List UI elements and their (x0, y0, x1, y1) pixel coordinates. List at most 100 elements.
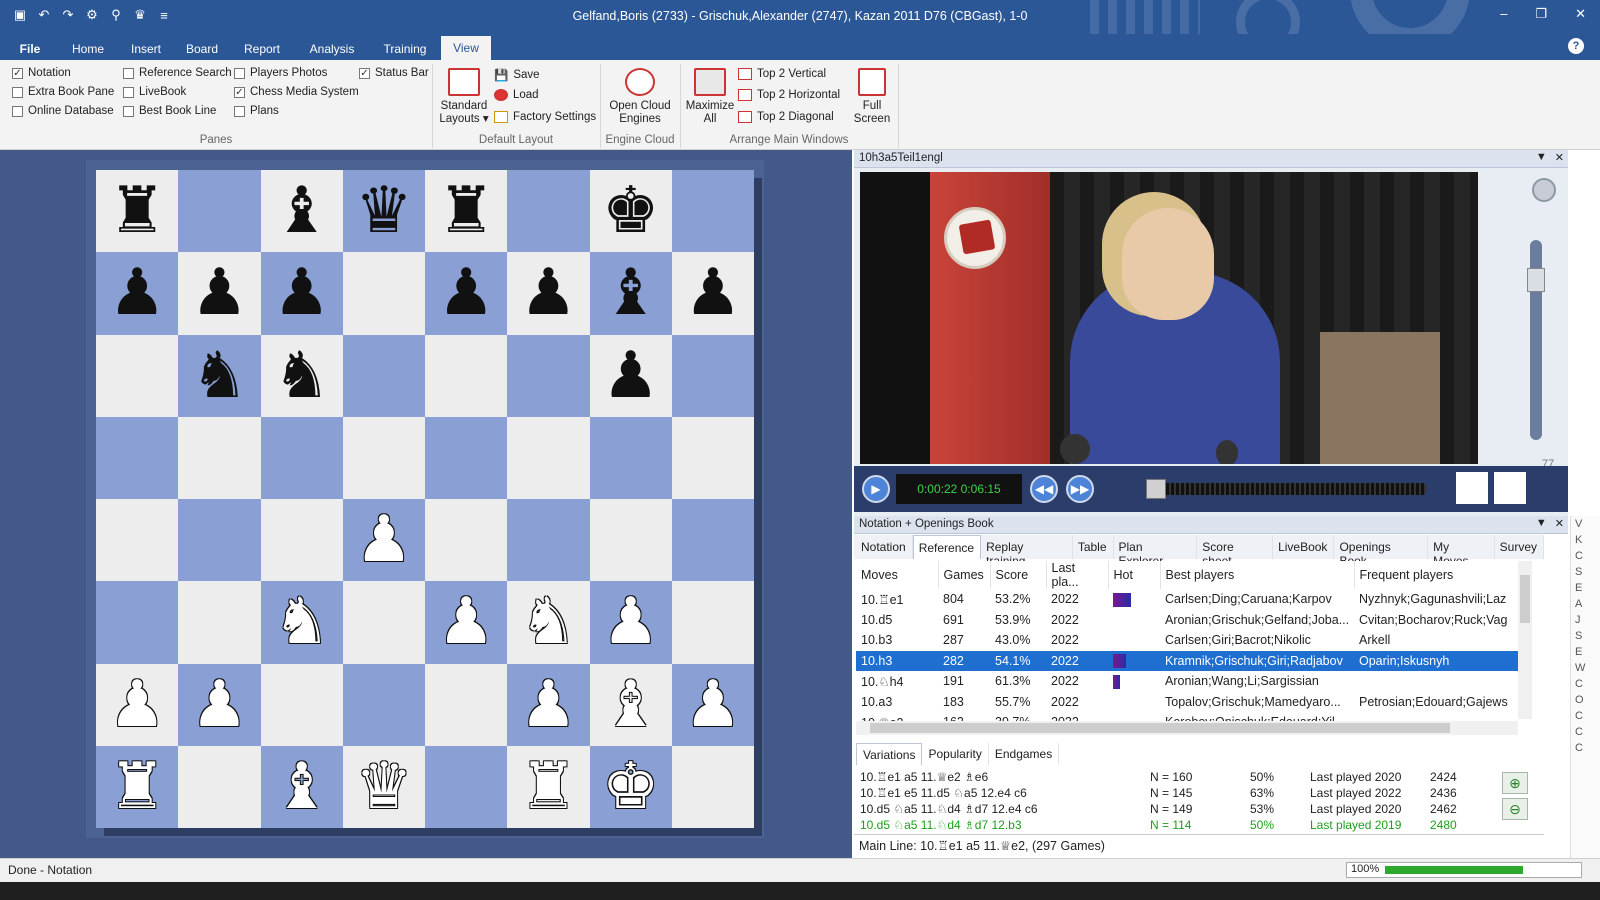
board-square[interactable] (671, 416, 754, 499)
black-pawn-icon[interactable]: ♟ (437, 261, 494, 325)
board-square[interactable] (342, 663, 425, 746)
white-pawn-icon[interactable]: ♟ (437, 590, 494, 654)
board-square[interactable] (425, 334, 508, 417)
board-square[interactable]: ♚ (589, 745, 672, 828)
board-square[interactable] (342, 334, 425, 417)
board-square[interactable] (507, 499, 590, 582)
white-pawn-icon[interactable]: ♟ (684, 673, 741, 737)
board-square[interactable]: ♛ (342, 170, 425, 253)
white-pawn-icon[interactable]: ♟ (520, 673, 577, 737)
black-knight-icon[interactable]: ♞ (273, 344, 330, 408)
livebook-checkbox[interactable]: LiveBook (123, 86, 186, 98)
scroll-thumb[interactable] (1520, 575, 1530, 623)
white-bishop-icon[interactable]: ♝ (273, 755, 330, 819)
tab-board[interactable]: Board (180, 39, 224, 60)
top-2-vertical-button[interactable]: Top 2 Vertical (738, 68, 826, 80)
white-pawn-icon[interactable]: ♟ (355, 508, 412, 572)
board-square[interactable]: ♞ (260, 581, 343, 664)
tab-livebook[interactable]: LiveBook (1273, 535, 1335, 559)
top-2-horizontal-button[interactable]: Top 2 Horizontal (738, 89, 840, 101)
seek-thumb[interactable] (1146, 479, 1166, 499)
board-square[interactable] (589, 499, 672, 582)
board-square[interactable]: ♞ (178, 334, 261, 417)
board-square[interactable]: ♟ (260, 252, 343, 335)
column-header[interactable]: Games (938, 561, 991, 589)
board-square[interactable]: ♛ (342, 745, 425, 828)
pane-close-icon[interactable]: ✕ (1555, 151, 1564, 164)
black-rook-icon[interactable]: ♜ (437, 179, 494, 243)
board-square[interactable]: ♟ (589, 334, 672, 417)
board-square[interactable]: ♜ (96, 745, 179, 828)
table-row[interactable]: 10.h3 282 54.1% 2022 Kramnik;Grischuk;Giri;R… (856, 650, 1519, 671)
variation-row[interactable]: 10.♖e1 e5 11.d5 ♘a5 12.e4 c6 N = 145 63% La… (860, 785, 1480, 801)
restore-button[interactable]: ❐ (1535, 6, 1547, 22)
tab-analysis[interactable]: Analysis (300, 39, 364, 60)
horizontal-scrollbar[interactable] (856, 721, 1518, 735)
black-pawn-icon[interactable]: ♟ (273, 261, 330, 325)
board-square[interactable] (96, 499, 179, 582)
board-square[interactable]: ♟ (589, 581, 672, 664)
board-square[interactable]: ♞ (507, 581, 590, 664)
board-square[interactable] (425, 745, 508, 828)
tab-view[interactable]: View (441, 36, 491, 60)
video-frame[interactable] (860, 172, 1478, 464)
black-pawn-icon[interactable]: ♟ (108, 261, 165, 325)
tab-plan-explorer[interactable]: Plan Explorer (1114, 535, 1198, 568)
column-header[interactable]: Best players (1160, 561, 1355, 589)
white-pawn-icon[interactable]: ♟ (191, 673, 248, 737)
volume-knob[interactable] (1532, 178, 1556, 202)
help-icon[interactable]: ? (1568, 38, 1584, 54)
board-square[interactable] (96, 416, 179, 499)
board-square[interactable]: ♟ (671, 252, 754, 335)
tab-variations[interactable]: Variations (856, 743, 923, 765)
board-square[interactable]: ♞ (260, 334, 343, 417)
black-king-icon[interactable]: ♚ (602, 179, 659, 243)
extra-book-pane-checkbox[interactable]: Extra Book Pane (12, 86, 114, 98)
status-bar-checkbox[interactable]: ✓ Status Bar (359, 67, 429, 79)
pane-close-icon[interactable]: ✕ (1555, 517, 1564, 530)
video-option-button[interactable] (1456, 472, 1488, 504)
tab-openings-book[interactable]: Openings Book (1334, 535, 1429, 568)
tab-insert[interactable]: Insert (124, 39, 168, 60)
board-square[interactable] (671, 499, 754, 582)
board-square[interactable] (178, 581, 261, 664)
board-square[interactable] (671, 745, 754, 828)
standard-layouts-button[interactable]: Standard Layouts ▾ (438, 68, 490, 126)
board-square[interactable] (96, 581, 179, 664)
black-queen-icon[interactable]: ♛ (355, 179, 412, 243)
board-square[interactable] (671, 581, 754, 664)
board-square[interactable] (507, 334, 590, 417)
board-square[interactable]: ♟ (342, 499, 425, 582)
board-square[interactable]: ♟ (178, 663, 261, 746)
white-king-icon[interactable]: ♚ (602, 755, 659, 819)
board-square[interactable] (342, 416, 425, 499)
close-button[interactable]: ✕ (1575, 6, 1586, 22)
black-bishop-icon[interactable]: ♝ (273, 179, 330, 243)
save-layout-button[interactable]: 💾 Save (494, 68, 540, 82)
plans-checkbox[interactable]: Plans (234, 105, 279, 117)
full-screen-button[interactable]: Full Screen (850, 68, 894, 126)
variation-row[interactable]: 10.d5 ♘a5 11.♘d4 ♗d7 12.e4 c6 N = 149 53% L… (860, 801, 1480, 817)
top-2-diagonal-button[interactable]: Top 2 Diagonal (738, 111, 834, 123)
zoom-out-icon[interactable]: ⊖ (1502, 798, 1528, 820)
tab-report[interactable]: Report (236, 39, 288, 60)
black-rook-icon[interactable]: ♜ (108, 179, 165, 243)
pane-menu-icon[interactable]: ▼ (1536, 517, 1547, 530)
tab-survey[interactable]: Survey (1495, 535, 1544, 559)
black-pawn-icon[interactable]: ♟ (191, 261, 248, 325)
rewind-button[interactable]: ◀◀ (1030, 475, 1058, 503)
maximize-all-button[interactable]: Maximize All (684, 68, 736, 126)
white-pawn-icon[interactable]: ♟ (108, 673, 165, 737)
board-square[interactable]: ♟ (425, 252, 508, 335)
players-photos-checkbox[interactable]: Players Photos (234, 67, 327, 79)
pane-menu-icon[interactable]: ▼ (1536, 151, 1547, 164)
table-row[interactable]: 10.b3 287 43.0% 2022 Carlsen;Giri;Bacrot;Nik… (856, 630, 1519, 651)
chess-media-system-checkbox[interactable]: ✓ Chess Media System (234, 86, 359, 98)
board-square[interactable]: ♟ (96, 252, 179, 335)
minimize-button[interactable]: – (1500, 6, 1507, 22)
white-knight-icon[interactable]: ♞ (273, 590, 330, 654)
volume-slider-thumb[interactable] (1527, 268, 1545, 292)
white-knight-icon[interactable]: ♞ (520, 590, 577, 654)
board-square[interactable] (260, 499, 343, 582)
board-square[interactable] (342, 581, 425, 664)
